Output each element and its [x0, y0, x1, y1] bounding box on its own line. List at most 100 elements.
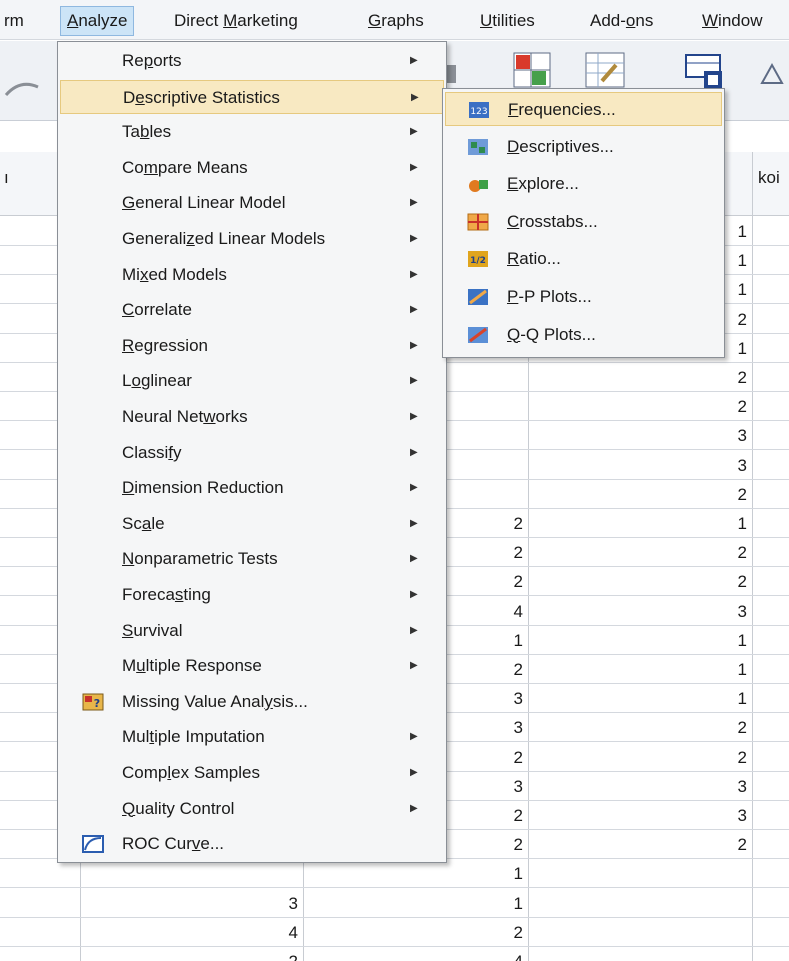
label-post: -P Plots... — [518, 287, 592, 306]
label-mnemonic: z — [186, 229, 195, 248]
table-cell[interactable]: 2 — [514, 923, 523, 943]
menu-analyze[interactable]: Analyze — [60, 6, 135, 36]
table-cell[interactable]: 3 — [514, 718, 523, 738]
table-cell[interactable]: 1 — [738, 689, 747, 709]
undo-icon[interactable] — [2, 73, 42, 103]
split-file-icon[interactable] — [512, 51, 552, 91]
table-cell[interactable]: 2 — [738, 397, 747, 417]
menu-item-multiple-response[interactable]: Multiple Response ▶ — [60, 649, 444, 683]
table-cell[interactable]: 2 — [514, 835, 523, 855]
table-cell[interactable]: 2 — [738, 718, 747, 738]
menu-item-classify[interactable]: Classify ▶ — [60, 436, 444, 470]
menu-item-dimension-reduction[interactable]: Dimension Reduction ▶ — [60, 471, 444, 505]
table-cell[interactable]: 3 — [514, 777, 523, 797]
table-cell[interactable]: 2 — [738, 748, 747, 768]
menu-item-quality-control[interactable]: Quality Control ▶ — [60, 792, 444, 826]
submenu-item-ratio[interactable]: 1/2 Ratio... — [445, 242, 722, 276]
menu-item-compare-means[interactable]: Compare Means ▶ — [60, 151, 444, 185]
table-cell[interactable]: 2 — [738, 572, 747, 592]
table-cell[interactable]: 1 — [738, 660, 747, 680]
menu-window[interactable]: Window — [696, 6, 768, 36]
table-cell[interactable]: 2 — [738, 543, 747, 563]
submenu-item-explore[interactable]: Explore... — [445, 167, 722, 201]
table-cell[interactable]: 1 — [738, 339, 747, 359]
label-post: ting — [183, 585, 211, 604]
label-post: orrelate — [134, 300, 192, 320]
table-cell[interactable]: 3 — [289, 894, 298, 914]
select-cases-icon[interactable] — [584, 51, 626, 91]
table-cell[interactable]: 1 — [514, 864, 523, 884]
table-cell[interactable]: 2 — [514, 572, 523, 592]
menu-transform[interactable]: rm — [0, 6, 30, 36]
table-cell[interactable]: 2 — [738, 485, 747, 505]
scale-icon[interactable] — [758, 59, 789, 89]
menu-item-nonparametric-tests[interactable]: Nonparametric Tests ▶ — [60, 542, 444, 576]
table-cell[interactable]: 2 — [289, 952, 298, 961]
menu-item-forecasting[interactable]: Forecasting ▶ — [60, 578, 444, 612]
menu-item-descriptive-statistics[interactable]: Descriptive Statistics ▶ — [60, 79, 444, 114]
menu-item-loglinear[interactable]: Loglinear ▶ — [60, 364, 444, 398]
table-cell[interactable]: 1 — [514, 894, 523, 914]
table-cell[interactable]: 3 — [738, 777, 747, 797]
label-mnemonic: y — [264, 691, 273, 711]
menu-item-label: Forecasting — [122, 578, 211, 612]
menu-item-tables[interactable]: Tables ▶ — [60, 115, 444, 149]
menu-item-missing-value-analysis[interactable]: ? Missing Value Analysis... — [60, 685, 444, 719]
table-cell[interactable]: 1 — [738, 222, 747, 242]
menu-utilities[interactable]: Utilities — [474, 6, 541, 36]
table-cell[interactable]: 2 — [738, 368, 747, 388]
table-cell[interactable]: 3 — [738, 806, 747, 826]
table-cell[interactable]: 2 — [514, 660, 523, 680]
menu-item-survival[interactable]: Survival ▶ — [60, 614, 444, 648]
table-cell[interactable]: 3 — [738, 426, 747, 446]
menu-item-correlate[interactable]: Correlate ▶ — [60, 293, 444, 327]
table-cell[interactable]: 4 — [514, 952, 523, 961]
table-cell[interactable]: 1 — [738, 251, 747, 271]
menu-graphs[interactable]: Graphs — [362, 6, 430, 36]
menu-item-multiple-imputation[interactable]: Multiple Imputation ▶ — [60, 720, 444, 754]
value-labels-icon[interactable] — [684, 51, 724, 91]
table-cell[interactable]: 1 — [738, 514, 747, 534]
menu-item-roc-curve[interactable]: ROC Curve... — [60, 827, 444, 861]
table-cell[interactable]: 2 — [514, 748, 523, 768]
table-cell[interactable]: 4 — [514, 602, 523, 622]
menu-item-mixed-models[interactable]: Mixed Models ▶ — [60, 258, 444, 292]
submenu-item-label: P-P Plots... — [507, 280, 592, 314]
submenu-item-label: Explore... — [507, 167, 579, 201]
table-cell[interactable]: 1 — [738, 280, 747, 300]
table-cell[interactable]: 2 — [738, 835, 747, 855]
table-cell[interactable]: 3 — [738, 602, 747, 622]
label-mnemonic: S — [122, 620, 134, 640]
menu-item-regression[interactable]: Regression ▶ — [60, 329, 444, 363]
label-post: requencies... — [518, 100, 616, 119]
column-header-partial[interactable]: ı — [4, 168, 9, 188]
submenu-item-p-p-plots[interactable]: P-P Plots... — [445, 280, 722, 314]
menu-item-complex-samples[interactable]: Complex Samples ▶ — [60, 756, 444, 790]
column-header-koi[interactable]: koi — [758, 168, 780, 188]
menu-item-generalized-linear-models[interactable]: Generalized Linear Models ▶ — [60, 222, 444, 256]
menu-item-general-linear-model[interactable]: General Linear Model ▶ — [60, 186, 444, 220]
menu-item-reports[interactable]: Reports ▶ — [60, 44, 444, 78]
ratio-icon: 1/2 — [468, 251, 488, 268]
table-cell[interactable]: 3 — [514, 689, 523, 709]
menu-item-scale[interactable]: Scale ▶ — [60, 507, 444, 541]
table-cell[interactable]: 2 — [514, 806, 523, 826]
submenu-item-q-q-plots[interactable]: Q-Q Plots... — [445, 318, 722, 352]
submenu-item-descriptives[interactable]: Descriptives... — [445, 130, 722, 164]
table-cell[interactable]: 2 — [514, 543, 523, 563]
table-cell[interactable]: 3 — [738, 456, 747, 476]
table-cell[interactable]: 2 — [514, 514, 523, 534]
menu-add-ons[interactable]: Add-ons — [584, 6, 659, 36]
menu-label-mnemonic: M — [223, 11, 238, 30]
table-cell[interactable]: 2 — [738, 310, 747, 330]
submenu-item-frequencies[interactable]: 123 Frequencies... — [445, 92, 722, 126]
roc-curve-icon — [82, 835, 104, 854]
table-cell[interactable]: 1 — [738, 631, 747, 651]
label-post: le — [151, 513, 165, 533]
menu-direct-marketing[interactable]: Direct Marketing — [168, 6, 304, 36]
table-cell[interactable]: 4 — [289, 923, 298, 943]
table-cell[interactable]: 1 — [514, 631, 523, 651]
label-pre: Mi — [122, 264, 140, 284]
menu-item-neural-networks[interactable]: Neural Networks ▶ — [60, 400, 444, 434]
submenu-item-crosstabs[interactable]: Crosstabs... — [445, 205, 722, 239]
